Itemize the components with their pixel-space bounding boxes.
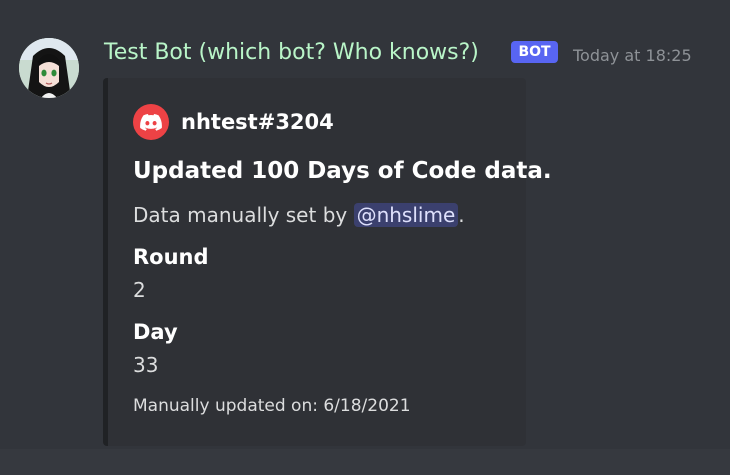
bot-avatar[interactable] <box>19 38 79 98</box>
embed-author[interactable]: nhtest#3204 <box>133 104 334 140</box>
bot-tag: BOT <box>511 41 558 63</box>
description-prefix: Data manually set by <box>133 203 354 227</box>
discord-logo-glyph <box>140 113 162 131</box>
top-strip <box>0 0 730 26</box>
field-name-round: Round <box>133 245 209 269</box>
user-mention[interactable]: @nhslime <box>353 203 459 227</box>
embed-footer: Manually updated on: 6/18/2021 <box>133 396 411 416</box>
description-suffix: . <box>458 203 465 227</box>
anime-avatar-icon <box>19 38 79 98</box>
discord-logo-icon <box>133 104 169 140</box>
field-name-day: Day <box>133 320 178 344</box>
message-timestamp[interactable]: Today at 18:25 <box>573 45 692 67</box>
embed-title: Updated 100 Days of Code data. <box>133 158 552 184</box>
bot-username[interactable]: Test Bot (which bot? Who knows?) <box>104 38 479 68</box>
embed-author-name[interactable]: nhtest#3204 <box>181 110 334 134</box>
field-value-day: 33 <box>133 353 159 377</box>
field-value-round: 2 <box>133 278 146 302</box>
embed-description: Data manually set by @nhslime. <box>133 200 465 230</box>
message-embed: nhtest#3204 Updated 100 Days of Code dat… <box>103 78 552 446</box>
